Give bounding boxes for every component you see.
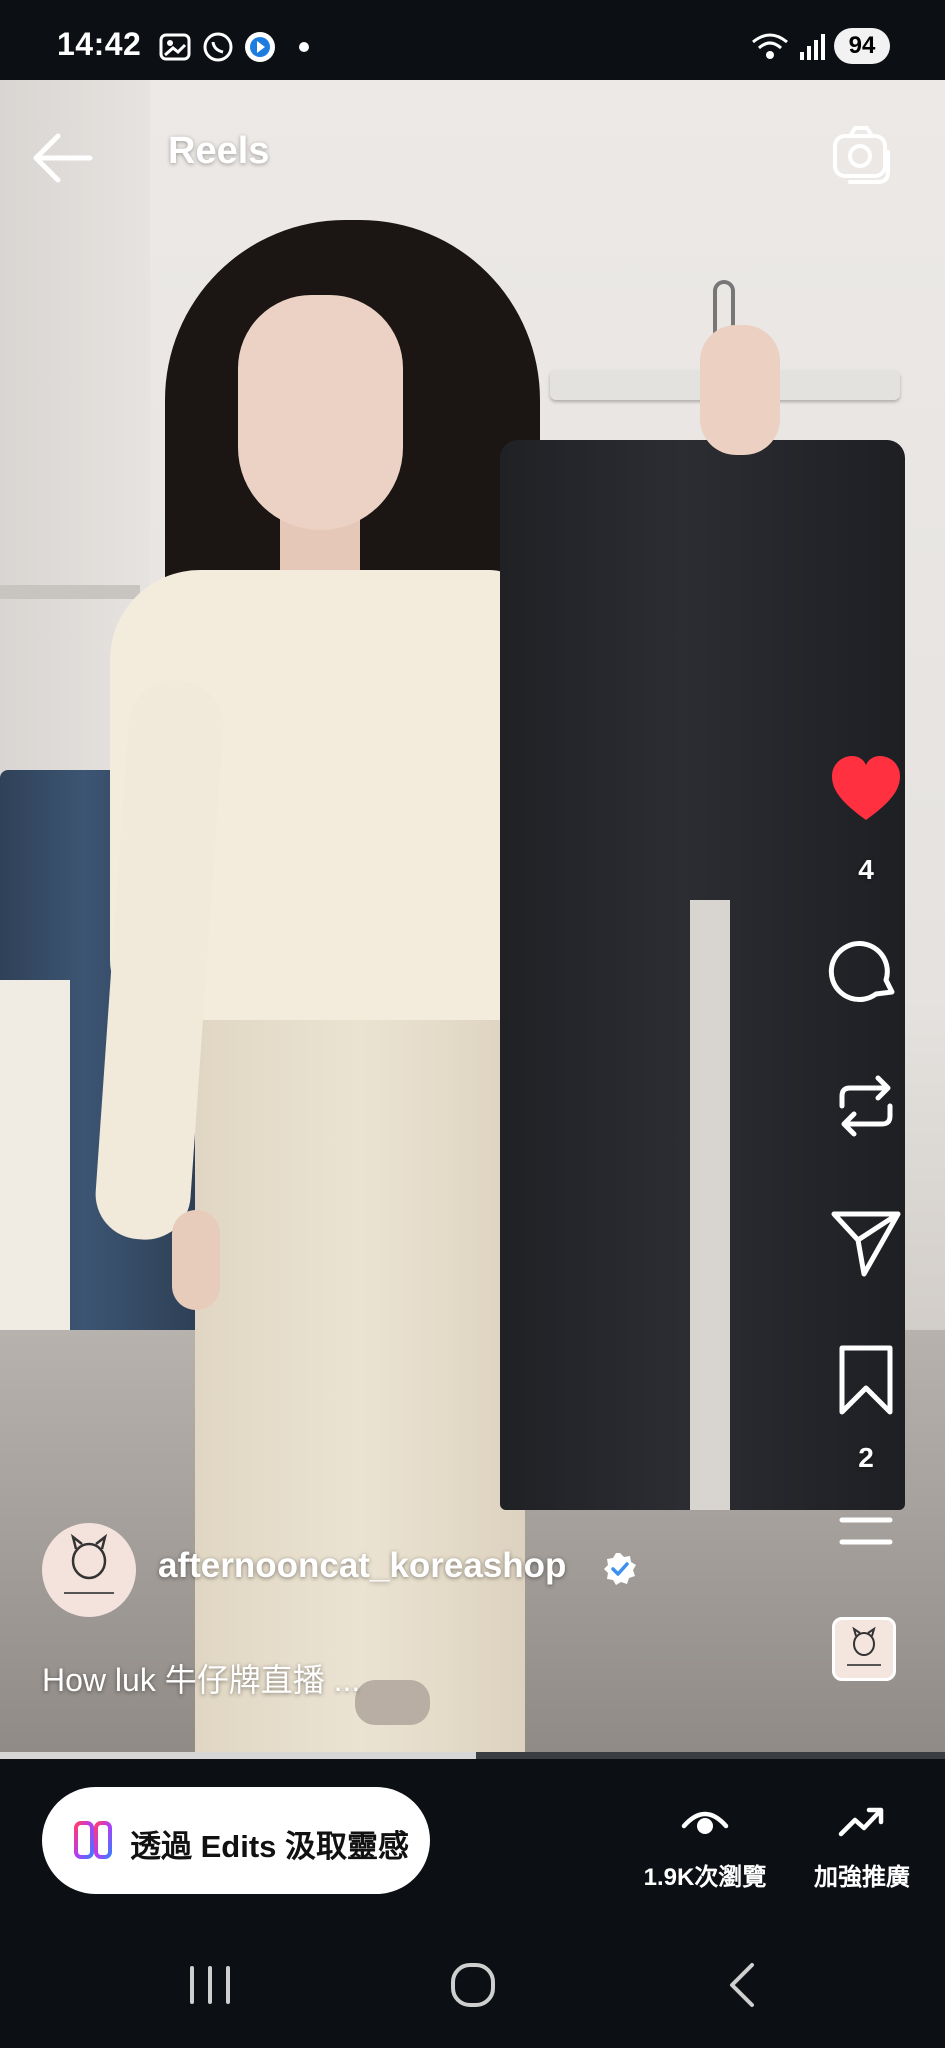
more-icon <box>839 1517 893 1545</box>
repost-icon <box>839 1075 893 1137</box>
audio-thumbnail[interactable] <box>832 1617 896 1681</box>
status-bar: 14:42 94 <box>0 0 945 80</box>
signal-icon <box>800 34 825 60</box>
system-nav-bar <box>0 1920 945 2048</box>
caption[interactable]: How luk 牛仔牌直播 ... <box>42 1655 360 1701</box>
bookmark-icon <box>839 1345 893 1415</box>
like-button[interactable] <box>828 752 904 828</box>
arrow-left-icon <box>33 133 93 183</box>
dot-icon <box>299 42 309 52</box>
shop-logo-icon <box>847 1626 881 1666</box>
beige-pants <box>195 940 525 1752</box>
wifi-icon <box>752 33 788 59</box>
home-button[interactable] <box>443 1960 503 2010</box>
back-nav-button[interactable] <box>712 1960 772 2010</box>
verified-badge-icon <box>604 1553 636 1585</box>
save-button[interactable] <box>828 1342 904 1418</box>
camera-button[interactable] <box>830 122 894 186</box>
chevron-left-icon <box>730 1963 754 2007</box>
comment-icon <box>828 941 895 1003</box>
username[interactable]: afternooncat_koreashop <box>158 1546 566 1586</box>
whatsapp-icon <box>203 32 233 62</box>
page-title: Reels <box>168 130 270 172</box>
edits-logo-icon <box>74 1821 112 1859</box>
recent-apps-icon <box>190 1966 230 2004</box>
shop-logo-icon <box>64 1533 114 1594</box>
camera-icon <box>833 126 890 184</box>
progress-fill <box>0 1752 477 1759</box>
views-button[interactable]: 1.9K次瀏覽 <box>630 1800 780 1892</box>
like-count: 4 <box>858 854 874 885</box>
home-icon <box>451 1963 495 2007</box>
battery-indicator: 94 <box>834 28 890 64</box>
status-time: 14:42 <box>57 26 142 62</box>
trending-up-icon <box>838 1807 884 1837</box>
views-label: 1.9K次瀏覽 <box>643 1864 767 1891</box>
share-button[interactable] <box>828 1204 904 1280</box>
eye-icon <box>681 1811 729 1834</box>
comment-button[interactable] <box>828 932 904 1008</box>
avatar[interactable] <box>42 1523 136 1617</box>
reel-video[interactable] <box>0 80 945 1752</box>
gallery-icon <box>159 33 191 61</box>
edits-inspiration-button[interactable]: 透過 Edits 汲取靈感 <box>42 1787 430 1894</box>
edits-label: 透過 Edits 汲取靈感 <box>130 1829 410 1864</box>
save-count: 2 <box>858 1442 874 1473</box>
more-options-button[interactable] <box>828 1504 904 1580</box>
send-icon <box>831 1211 901 1277</box>
app-icon <box>245 32 275 62</box>
heart-icon <box>832 756 900 820</box>
promote-button[interactable]: 加強推廣 <box>787 1800 937 1892</box>
person-face <box>238 295 403 530</box>
repost-button[interactable] <box>828 1068 904 1144</box>
recent-apps-button[interactable] <box>180 1960 240 2010</box>
promote-label: 加強推廣 <box>814 1864 910 1891</box>
back-button[interactable] <box>28 128 98 188</box>
